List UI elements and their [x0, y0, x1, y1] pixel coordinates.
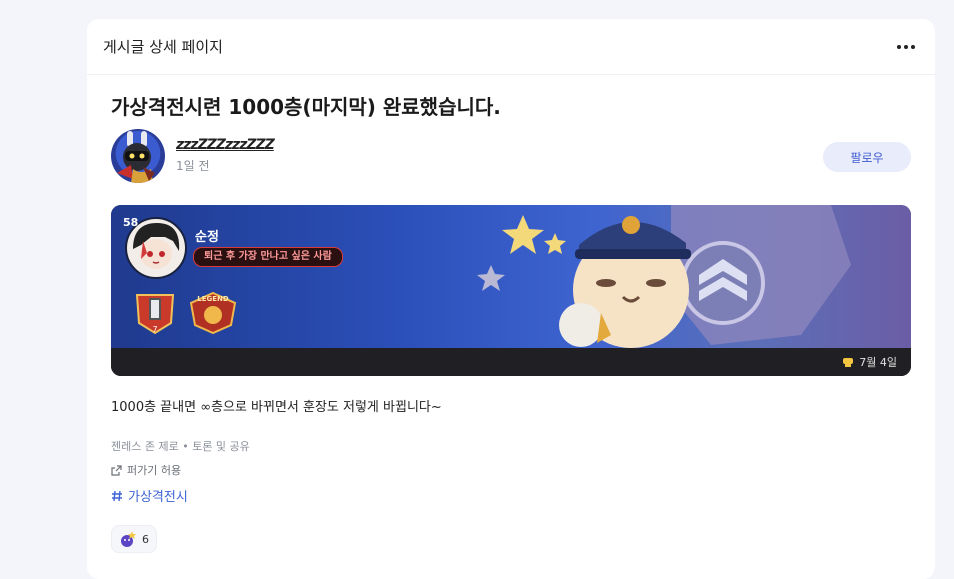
- hashtag-label: 가상격전시: [128, 490, 188, 505]
- share-label: 퍼가기 허용: [127, 464, 182, 477]
- character-title: 퇴근 후 가장 만나고 싶은 사람: [193, 247, 343, 267]
- banner-date-text: 7월 4일: [859, 356, 897, 369]
- page-title: 게시글 상세 페이지: [103, 38, 223, 56]
- reaction-emoji-icon: [121, 531, 136, 547]
- reaction-button[interactable]: 6: [111, 525, 157, 553]
- legend-emblem-icon: LEGEND: [189, 291, 237, 335]
- author-block: zzzZZZzzzZZZ 1일 전: [111, 129, 275, 183]
- character-name: 순정: [195, 230, 219, 245]
- post-card: 게시글 상세 페이지 가상격전시련 1000층(마지막) 완료했습니다. zzz…: [87, 19, 935, 579]
- medal-emblem-icon: 7: [135, 294, 175, 335]
- more-options-icon[interactable]: [893, 41, 919, 53]
- follow-button[interactable]: 팔로우: [823, 142, 911, 172]
- banner-footer: 7월 4일: [111, 348, 911, 376]
- svg-text:LEGEND: LEGEND: [197, 295, 229, 303]
- card-header: 게시글 상세 페이지: [87, 19, 935, 75]
- author-name[interactable]: zzzZZZzzzZZZ: [176, 137, 275, 153]
- avatar-character-icon: [117, 131, 155, 183]
- post-title: 가상격전시련 1000층(마지막) 완료했습니다.: [111, 95, 501, 119]
- post-time: 1일 전: [176, 159, 210, 173]
- level-badge: 58: [123, 216, 139, 229]
- svg-text:7: 7: [152, 325, 157, 334]
- post-category[interactable]: 젠레스 존 제로 • 토론 및 공유: [111, 438, 250, 454]
- banner-art: 58 순정 퇴근 후 가장 만나고 싶은 사람 7 LEGEND: [111, 205, 911, 348]
- trophy-icon: [843, 357, 854, 367]
- share-icon: [111, 464, 122, 476]
- avatar[interactable]: [111, 129, 165, 183]
- reaction-count: 6: [142, 532, 149, 546]
- post-body: 1000층 끝내면 ∞층으로 바뀌면서 훈장도 저렇게 바뀝니다~: [111, 400, 442, 415]
- share-permission: 퍼가기 허용: [111, 462, 181, 478]
- banner-date: 7월 4일: [842, 354, 897, 370]
- hashtag-link[interactable]: 가상격전시: [111, 486, 188, 505]
- profile-banner-image[interactable]: 58 순정 퇴근 후 가장 만나고 싶은 사람 7 LEGEND 7월 4일: [111, 205, 911, 376]
- hashtag-icon: [112, 490, 122, 501]
